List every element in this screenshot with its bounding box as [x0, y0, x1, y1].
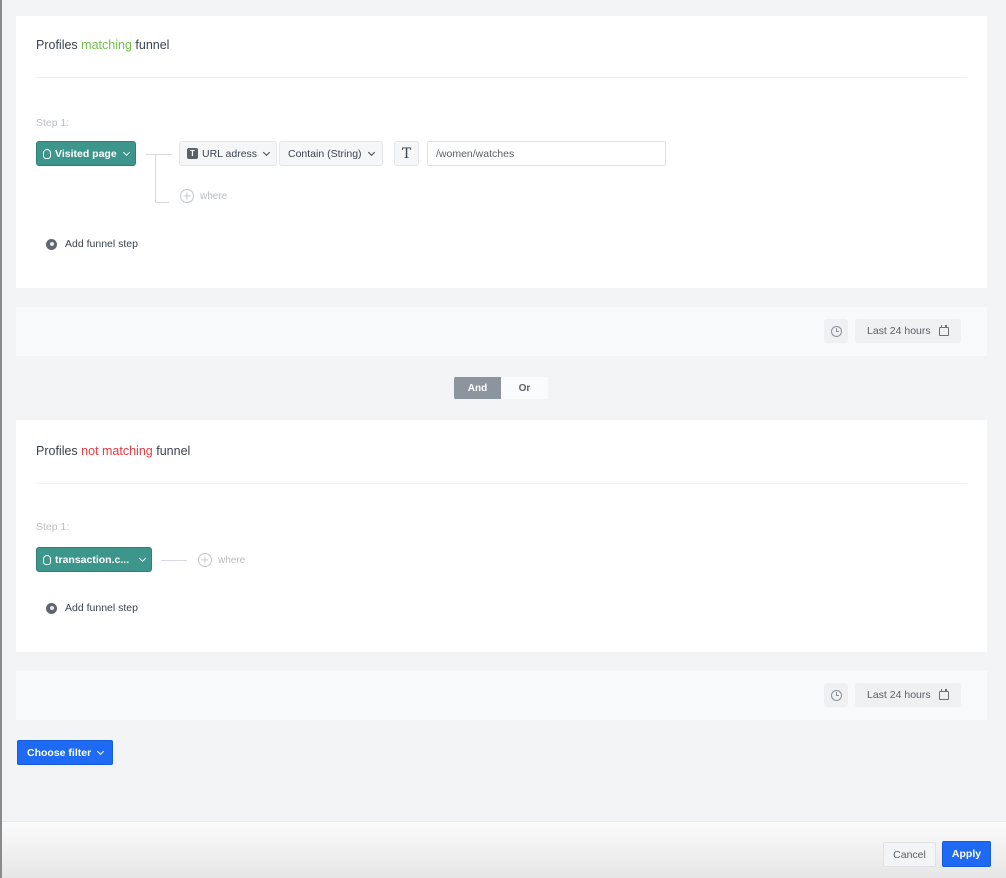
where-label: where: [218, 554, 246, 566]
not-matching-funnel-panel: Profiles not matching funnel Step 1: tra…: [16, 420, 987, 652]
event-label: Visited page: [55, 147, 117, 160]
title-suffix: funnel: [135, 38, 170, 52]
parameter-select[interactable]: T URL adress: [179, 141, 278, 166]
text-type-icon: T: [187, 148, 198, 159]
connector-line: [155, 202, 169, 203]
calendar-icon: [938, 689, 949, 700]
chevron-down-icon: [122, 148, 130, 156]
event-pin-icon: [43, 148, 51, 159]
connector-line: [161, 560, 187, 561]
event-select-transaction[interactable]: transaction.c...: [36, 547, 152, 572]
not-matching-time-bar: Last 24 hours: [16, 671, 987, 720]
add-step-label: Add funnel step: [65, 238, 138, 250]
time-mode-button[interactable]: [824, 319, 848, 343]
plus-circle-icon: [180, 189, 194, 203]
choose-filter-button[interactable]: Choose filter: [17, 740, 114, 765]
connector-line: [146, 154, 172, 155]
clock-icon: [830, 689, 842, 701]
title-highlight-matching: matching: [81, 38, 132, 52]
choose-filter-label: Choose filter: [27, 746, 92, 759]
add-icon: [46, 238, 57, 250]
text-type-icon: T: [401, 145, 412, 162]
footer-bar: Cancel Apply: [2, 821, 1006, 878]
value-input[interactable]: [427, 141, 666, 166]
event-select-visited-page[interactable]: Visited page: [36, 141, 136, 166]
matching-funnel-title: Profiles matching funnel: [36, 38, 169, 52]
panel-divider: [36, 77, 967, 78]
step-label: Step 1:: [36, 117, 70, 129]
add-funnel-step-button[interactable]: Add funnel step: [46, 602, 138, 614]
step-label: Step 1:: [36, 521, 70, 533]
add-funnel-step-button[interactable]: Add funnel step: [46, 238, 138, 250]
matching-time-bar: Last 24 hours: [16, 307, 987, 356]
add-icon: [46, 602, 57, 614]
add-step-label: Add funnel step: [65, 602, 138, 614]
plus-circle-icon: [198, 553, 212, 567]
chevron-down-icon: [138, 554, 147, 562]
title-highlight-not-matching: not matching: [81, 444, 153, 458]
chevron-down-icon: [263, 148, 271, 156]
add-where-condition[interactable]: where: [198, 553, 245, 567]
apply-button[interactable]: Apply: [942, 841, 991, 867]
matching-funnel-panel: Profiles matching funnel Step 1: Visited…: [16, 16, 987, 288]
title-prefix: Profiles: [36, 38, 78, 52]
event-select-content: transaction.c...: [43, 554, 129, 566]
parameter-label: URL adress: [202, 147, 258, 160]
calendar-icon: [938, 325, 949, 336]
logic-toggle: And Or: [454, 377, 548, 399]
time-range-label: Last 24 hours: [867, 325, 931, 337]
event-pin-icon: [43, 554, 51, 565]
where-label: where: [200, 190, 228, 202]
clock-icon: [830, 325, 842, 337]
cancel-button[interactable]: Cancel: [883, 842, 936, 867]
time-range-label: Last 24 hours: [867, 689, 931, 701]
operator-label: Contain (String): [288, 147, 362, 160]
chevron-down-icon: [367, 148, 375, 156]
time-mode-button[interactable]: [824, 683, 848, 707]
time-range-button[interactable]: Last 24 hours: [855, 683, 961, 707]
not-matching-funnel-title: Profiles not matching funnel: [36, 444, 190, 458]
panel-divider: [36, 483, 967, 484]
title-prefix: Profiles: [36, 444, 78, 458]
add-where-condition[interactable]: where: [180, 189, 227, 203]
toggle-and[interactable]: And: [454, 377, 501, 399]
chevron-down-icon: [97, 747, 105, 755]
connector-line: [155, 154, 156, 202]
event-label: transaction.c...: [55, 553, 130, 566]
toggle-or[interactable]: Or: [501, 377, 548, 399]
title-suffix: funnel: [156, 444, 191, 458]
operator-select[interactable]: Contain (String): [279, 141, 383, 166]
time-range-button[interactable]: Last 24 hours: [855, 319, 961, 343]
value-type-button[interactable]: T: [394, 141, 419, 166]
